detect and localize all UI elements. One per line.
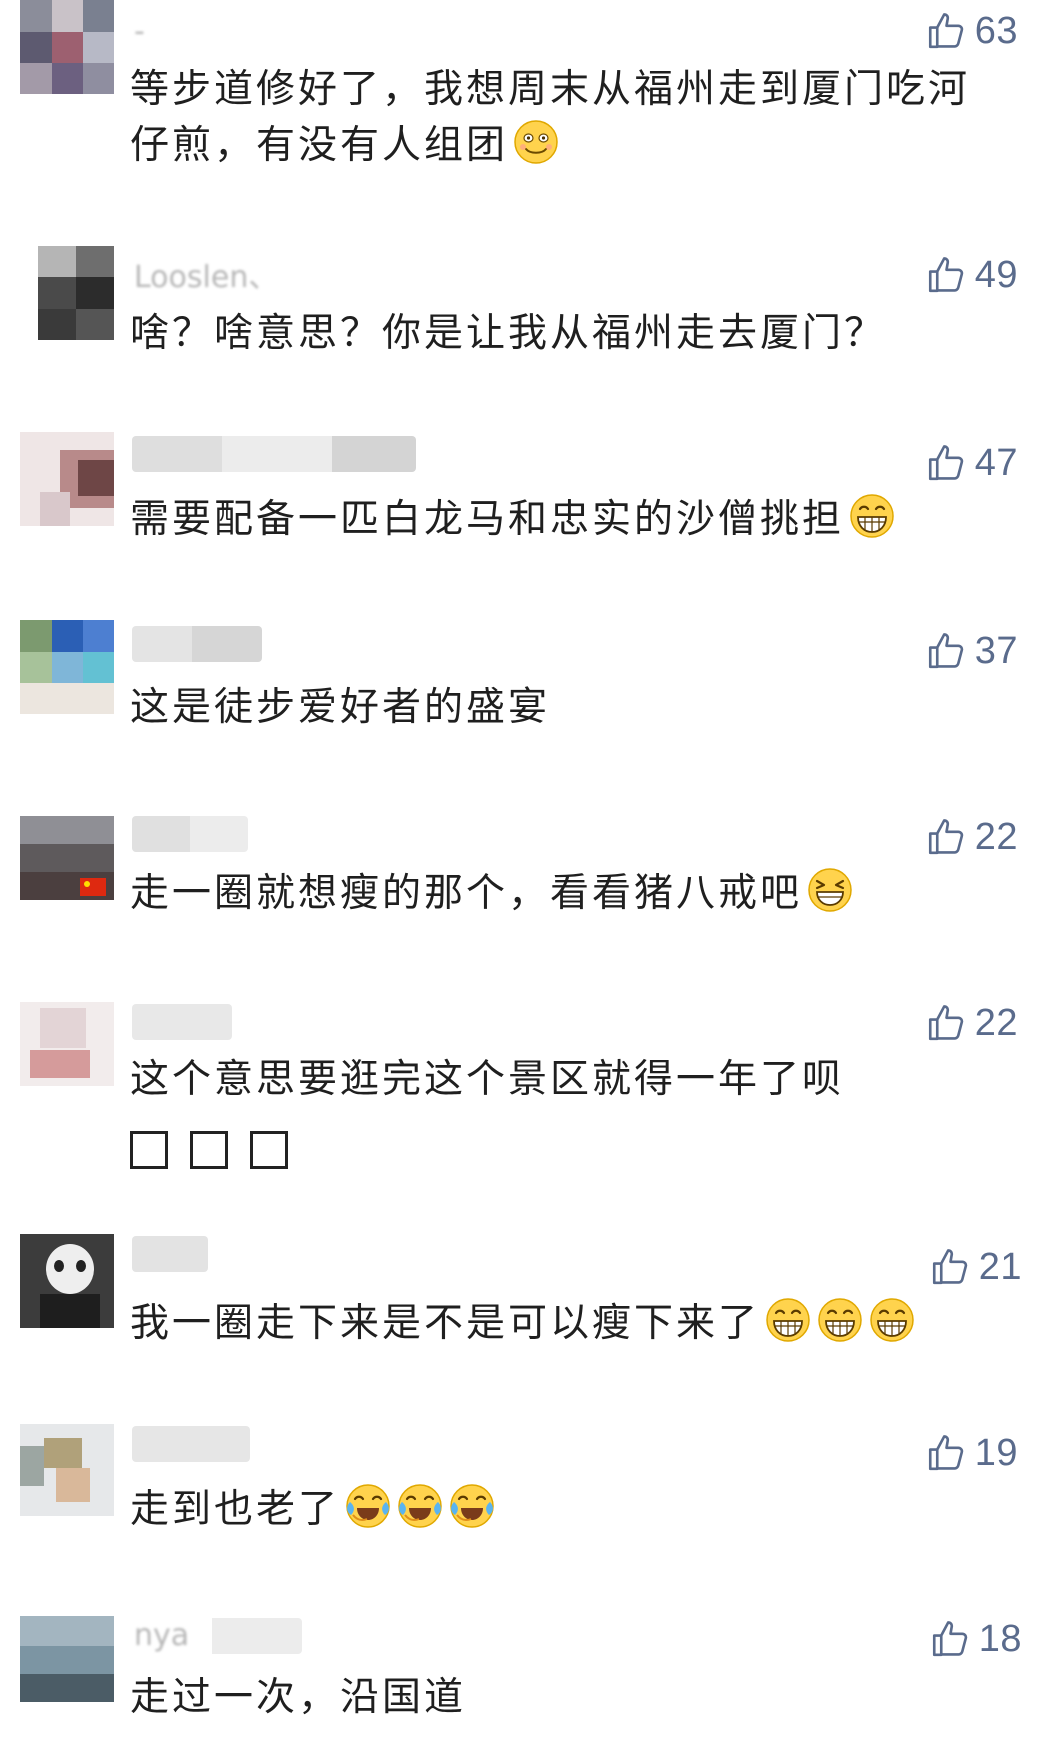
crying-laugh-emoji-icon	[450, 1484, 494, 1528]
comment-text: 这个意思要逛完这个景区就得一年了呗	[130, 1052, 1010, 1176]
avatar[interactable]	[20, 1002, 114, 1086]
china-flag-icon	[80, 878, 106, 896]
avatar[interactable]	[20, 1616, 114, 1702]
comment-item: 47 需要配备一匹白龙马和忠实的沙僧挑担	[0, 432, 1062, 618]
username[interactable]	[132, 1004, 232, 1040]
comment-item: 22 这个意思要逛完这个景区就得一年了呗	[0, 992, 1062, 1178]
grin-emoji-icon	[850, 494, 894, 538]
missing-glyph-box	[250, 1130, 288, 1169]
comment-item: nya 18 走过一次，沿国道	[0, 1608, 1062, 1748]
comment-item: 22 走一圈就想瘦的那个，看看猪八戒吧	[0, 806, 1062, 992]
thumbs-up-icon	[928, 1005, 963, 1041]
comment-item: 21 我一圈走下来是不是可以瘦下来了	[0, 1234, 1062, 1420]
like-count: 49	[974, 253, 1018, 296]
thumbs-up-icon	[928, 819, 963, 855]
thumbs-up-icon	[932, 1621, 967, 1657]
like-button[interactable]: 37	[925, 626, 1018, 676]
comment-item: - 63 等步道修好了，我想周末从福州走到厦门吃河仔煎，有没有人组团	[0, 0, 1062, 186]
like-button[interactable]: 19	[925, 1428, 1018, 1478]
comment-text: 走到也老了	[130, 1482, 1010, 1538]
squint-grin-emoji-icon	[808, 868, 852, 912]
thumbs-up-icon	[928, 257, 963, 293]
crying-laugh-emoji-icon	[346, 1484, 390, 1528]
username[interactable]	[132, 816, 248, 852]
like-count: 18	[978, 1617, 1022, 1660]
like-count: 22	[974, 815, 1018, 858]
username[interactable]	[132, 1236, 208, 1272]
username[interactable]: -	[132, 14, 162, 50]
avatar[interactable]	[20, 620, 114, 714]
unsupported-glyph-group	[130, 1120, 1010, 1176]
like-button[interactable]: 22	[925, 998, 1018, 1048]
missing-glyph-box	[190, 1130, 228, 1169]
smile-emoji-icon	[514, 120, 558, 164]
comment-text: 等步道修好了，我想周末从福州走到厦门吃河仔煎，有没有人组团	[130, 67, 971, 168]
like-count: 19	[974, 1431, 1018, 1474]
grin-emoji-icon	[818, 1298, 862, 1342]
missing-glyph-box	[130, 1130, 168, 1169]
like-count: 22	[974, 1001, 1018, 1044]
comment-item: 19 走到也老了	[0, 1422, 1062, 1608]
comment-item: Looslen、 49 啥？啥意思？你是让我从福州走去厦门？	[0, 246, 1062, 432]
like-button[interactable]: 18	[929, 1614, 1022, 1664]
username[interactable]	[132, 626, 262, 662]
like-button[interactable]: 22	[925, 812, 1018, 862]
like-count: 37	[974, 629, 1018, 672]
thumbs-up-icon	[928, 13, 963, 49]
comment-text: 这是徒步爱好者的盛宴	[130, 685, 551, 730]
like-count: 47	[974, 441, 1018, 484]
grin-emoji-icon	[766, 1298, 810, 1342]
crying-laugh-emoji-icon	[398, 1484, 442, 1528]
comment-text: 啥？啥意思？你是让我从福州走去厦门？	[130, 311, 887, 356]
username[interactable]	[132, 1426, 250, 1462]
username[interactable]: Looslen、	[132, 260, 302, 296]
thumbs-up-icon	[932, 1249, 967, 1285]
thumbs-up-icon	[928, 1435, 963, 1471]
avatar[interactable]	[20, 0, 114, 94]
grin-emoji-icon	[870, 1298, 914, 1342]
username[interactable]: nya	[132, 1618, 302, 1654]
like-button[interactable]: 49	[925, 250, 1018, 300]
like-button[interactable]: 63	[925, 6, 1018, 56]
like-button[interactable]: 47	[925, 438, 1018, 488]
comment-text: 我一圈走下来是不是可以瘦下来了	[130, 1296, 1010, 1352]
like-button[interactable]: 21	[929, 1242, 1022, 1292]
avatar[interactable]	[20, 1424, 114, 1516]
avatar[interactable]	[20, 432, 114, 526]
username[interactable]	[132, 436, 416, 472]
comment-text: 需要配备一匹白龙马和忠实的沙僧挑担	[130, 492, 1010, 548]
avatar[interactable]	[20, 1234, 114, 1328]
thumbs-up-icon	[928, 633, 963, 669]
thumbs-up-icon	[928, 445, 963, 481]
comment-text: 走一圈就想瘦的那个，看看猪八戒吧	[130, 866, 1010, 922]
like-count: 21	[978, 1245, 1022, 1288]
comment-item: 37 这是徒步爱好者的盛宴	[0, 620, 1062, 806]
like-count: 63	[974, 9, 1018, 52]
avatar[interactable]	[38, 246, 114, 340]
avatar[interactable]	[20, 816, 114, 900]
comment-text: 走过一次，沿国道	[130, 1675, 467, 1720]
